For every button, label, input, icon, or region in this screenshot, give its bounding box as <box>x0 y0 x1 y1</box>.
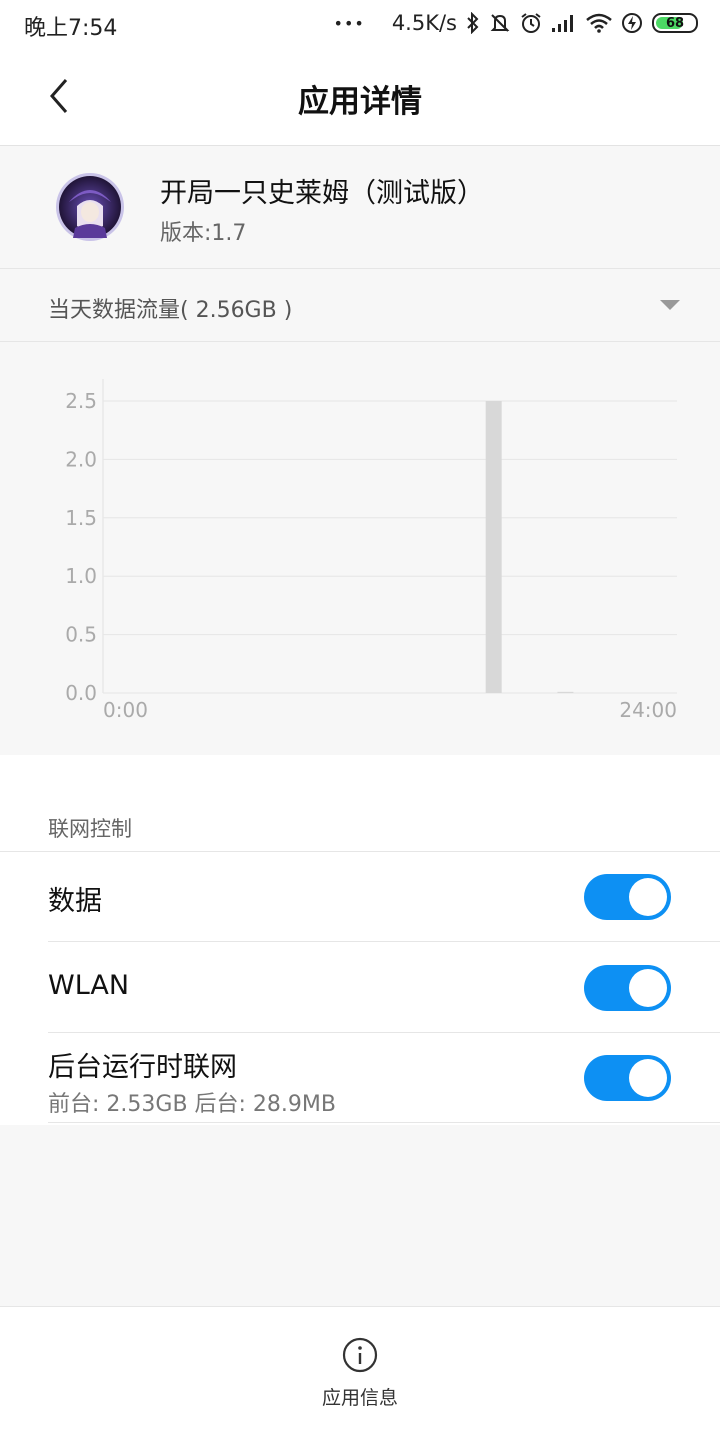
toggle-knob <box>629 969 667 1007</box>
app-info-label[interactable]: 应用信息 <box>0 1383 720 1410</box>
row-mobile-data[interactable]: 数据 <box>0 852 720 942</box>
app-name: 开局一只史莱姆（测试版） <box>160 178 484 209</box>
mute-icon <box>489 12 511 34</box>
status-icons: ••• 4.5K/s 68 <box>333 8 698 38</box>
y-tick-label: 1.5 <box>65 506 97 530</box>
row-title: 数据 <box>48 886 102 917</box>
toggle-knob <box>629 878 667 916</box>
chart-bar <box>557 691 574 693</box>
battery-icon: 68 <box>652 13 698 33</box>
usage-period-selector[interactable]: 当天数据流量( 2.56GB ) <box>0 270 720 342</box>
mobile-data-toggle[interactable] <box>584 874 671 920</box>
y-tick-label: 0.0 <box>65 681 97 705</box>
usage-chart-svg: 0.0 0.5 1.0 1.5 2.0 2.5 0:00 24:00 <box>65 379 677 722</box>
charging-icon <box>621 12 643 34</box>
divider <box>48 1122 720 1123</box>
bottom-action-bar: 应用信息 <box>0 1306 720 1440</box>
y-tick-label: 2.5 <box>65 389 97 413</box>
app-icon <box>55 172 125 242</box>
info-icon <box>342 1337 378 1373</box>
battery-level: 68 <box>665 15 685 31</box>
background-network-toggle[interactable] <box>584 1055 671 1101</box>
status-bar: 晚上7:54 ••• 4.5K/s 68 <box>0 0 720 48</box>
x-tick-label: 24:00 <box>619 698 677 722</box>
toggle-knob <box>629 1059 667 1097</box>
network-speed: 4.5K/s <box>391 11 457 35</box>
app-version: 版本:1.7 <box>160 221 247 246</box>
usage-chart: 0.0 0.5 1.0 1.5 2.0 2.5 0:00 24:00 <box>0 343 720 755</box>
signal-icon <box>551 13 577 33</box>
x-tick-label: 0:00 <box>103 698 148 722</box>
app-info-button[interactable] <box>342 1337 378 1373</box>
wifi-icon <box>586 13 612 33</box>
alarm-icon <box>520 12 542 34</box>
usage-label: 当天数据流量( 2.56GB ) <box>48 298 293 323</box>
dropdown-arrow-icon <box>660 300 680 310</box>
y-tick-label: 1.0 <box>65 564 97 588</box>
row-subtitle: 前台: 2.53GB 后台: 28.9MB <box>48 1092 336 1117</box>
section-title: 联网控制 <box>48 817 132 841</box>
divider <box>48 941 720 942</box>
page-title: 应用详情 <box>298 84 422 120</box>
top-app-bar: 应用详情 <box>0 48 720 146</box>
status-time: 晚上7:54 <box>24 16 118 41</box>
bluetooth-icon <box>466 12 480 34</box>
y-tick-label: 2.0 <box>65 447 97 471</box>
row-title: WLAN <box>48 970 130 1001</box>
app-summary: 开局一只史莱姆（测试版） 版本:1.7 <box>0 147 720 269</box>
row-wlan[interactable]: WLAN <box>0 943 720 1033</box>
wlan-toggle[interactable] <box>584 965 671 1011</box>
row-background-network[interactable]: 后台运行时联网 前台: 2.53GB 后台: 28.9MB <box>0 1033 720 1123</box>
network-control-section: 联网控制 数据 WLAN 后台运行时联网 前台: 2.53GB 后台: 28.9… <box>0 755 720 1125</box>
y-tick-label: 0.5 <box>65 623 97 647</box>
chart-bar <box>485 401 502 693</box>
more-dots-icon: ••• <box>333 13 365 33</box>
row-title: 后台运行时联网 <box>48 1052 237 1083</box>
